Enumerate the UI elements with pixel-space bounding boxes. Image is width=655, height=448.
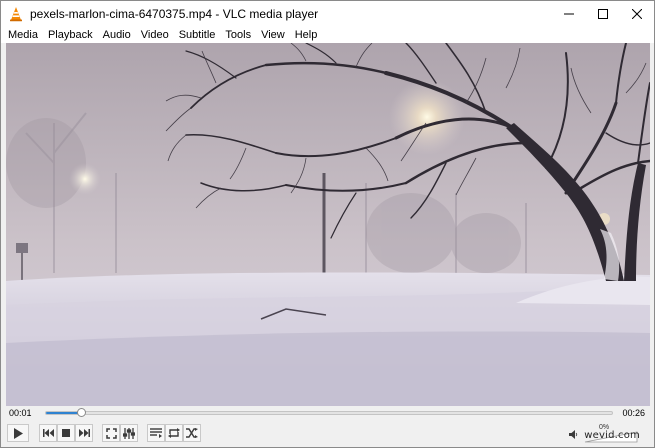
video-frame	[6, 43, 650, 406]
watermark-text: wevid.com	[584, 430, 640, 441]
minimize-button[interactable]	[552, 1, 586, 27]
menu-help[interactable]: Help	[290, 29, 323, 41]
menu-video[interactable]: Video	[136, 29, 174, 41]
playlist-icon	[150, 428, 162, 438]
menu-view[interactable]: View	[256, 29, 290, 41]
seek-progress	[46, 412, 81, 414]
menu-tools[interactable]: Tools	[220, 29, 256, 41]
extended-settings-button[interactable]	[120, 424, 138, 442]
control-bar: 0% wevid.com	[1, 422, 654, 447]
loop-icon	[168, 428, 180, 438]
menu-bar: Media Playback Audio Video Subtitle Tool…	[1, 27, 654, 43]
close-button[interactable]	[620, 1, 654, 27]
vlc-cone-icon	[10, 7, 22, 22]
stop-button[interactable]	[57, 424, 75, 442]
seek-bar[interactable]	[45, 408, 613, 417]
menu-media[interactable]: Media	[1, 29, 43, 41]
close-icon	[632, 9, 642, 19]
window-title: pexels-marlon-cima-6470375.mp4 - VLC med…	[30, 7, 319, 21]
menu-subtitle[interactable]: Subtitle	[174, 29, 221, 41]
equalizer-icon	[123, 427, 135, 439]
menu-audio[interactable]: Audio	[98, 29, 136, 41]
fullscreen-button[interactable]	[102, 424, 120, 442]
playlist-button[interactable]	[147, 424, 165, 442]
title-bar[interactable]: pexels-marlon-cima-6470375.mp4 - VLC med…	[1, 1, 654, 27]
video-area[interactable]	[6, 43, 650, 406]
play-icon	[14, 427, 23, 439]
previous-icon	[42, 429, 54, 437]
loop-button[interactable]	[165, 424, 183, 442]
shuffle-button[interactable]	[183, 424, 201, 442]
next-icon	[78, 429, 90, 437]
vlc-window: pexels-marlon-cima-6470375.mp4 - VLC med…	[0, 0, 655, 448]
time-total[interactable]: 00:26	[622, 408, 645, 418]
seek-row: 00:01 00:26	[1, 406, 654, 421]
next-button[interactable]	[75, 424, 93, 442]
minimize-icon	[564, 13, 574, 15]
shuffle-icon	[186, 428, 198, 438]
play-button[interactable]	[7, 424, 29, 442]
previous-button[interactable]	[39, 424, 57, 442]
maximize-button[interactable]	[586, 1, 620, 27]
time-elapsed[interactable]: 00:01	[9, 408, 32, 418]
maximize-icon	[598, 9, 608, 19]
menu-playback[interactable]: Playback	[43, 29, 98, 41]
stop-icon	[62, 429, 70, 437]
fullscreen-icon	[105, 427, 117, 439]
seek-handle[interactable]	[76, 408, 86, 417]
speaker-icon[interactable]	[569, 430, 578, 439]
